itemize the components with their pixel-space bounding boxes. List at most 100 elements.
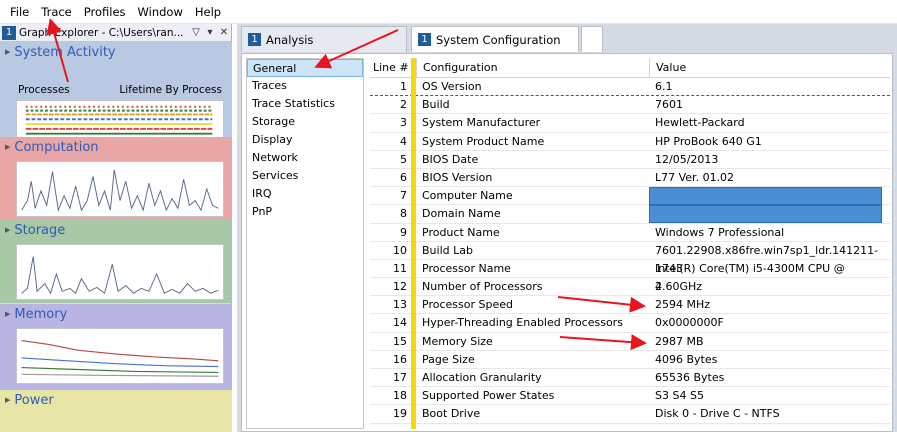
column-header-line[interactable]: Line #: [370, 58, 411, 77]
tab-overflow-area: [581, 26, 603, 52]
section-computation[interactable]: ▶ Computation: [0, 137, 232, 220]
cell-line-number: 4: [400, 134, 407, 148]
nav-item-trace-statistics[interactable]: Trace Statistics: [247, 95, 363, 113]
menu-file[interactable]: File: [4, 0, 35, 24]
table-row[interactable]: 8 Domain Name: [370, 205, 890, 224]
tab-system-configuration[interactable]: 1 System Configuration: [411, 26, 579, 52]
menu-help[interactable]: Help: [189, 0, 227, 24]
table-row[interactable]: 3 System Manufacturer Hewlett-Packard: [370, 114, 890, 133]
nav-item-irq[interactable]: IRQ: [247, 185, 363, 203]
cell-configuration: BIOS Version: [422, 170, 493, 184]
cell-configuration: Build: [422, 98, 450, 112]
nav-item-pnp[interactable]: PnP: [247, 203, 363, 221]
cell-configuration: Boot Drive: [422, 407, 481, 421]
cell-value: S3 S4 S5: [655, 389, 704, 403]
cell-line-number: 5: [400, 152, 407, 166]
section-label: Computation: [14, 139, 99, 155]
nav-item-services[interactable]: Services: [247, 167, 363, 185]
nav-item-storage[interactable]: Storage: [247, 113, 363, 131]
cell-configuration: Domain Name: [422, 207, 501, 221]
cell-value: 4096 Bytes: [655, 352, 718, 366]
dropdown-icon[interactable]: ▽: [189, 27, 203, 38]
table-row[interactable]: 15 Memory Size 2987 MB: [370, 333, 890, 351]
cell-configuration: Supported Power States: [422, 389, 555, 403]
cell-line-number: 11: [393, 261, 407, 275]
table-row[interactable]: 6 BIOS Version L77 Ver. 01.02: [370, 169, 890, 188]
graph-explorer-titlebar: 1 Graph Explorer - C:\Users\ran... ▽ ▾ ✕: [0, 24, 231, 42]
cell-configuration: System Product Name: [422, 134, 545, 148]
cell-configuration: Processor Speed: [422, 298, 513, 312]
table-row[interactable]: 18 Supported Power States S3 S4 S5: [370, 387, 890, 406]
table-row[interactable]: 5 BIOS Date 12/05/2013: [370, 151, 890, 169]
expand-triangle-icon[interactable]: ▶: [5, 396, 10, 404]
cell-line-number: 8: [400, 207, 407, 221]
nav-item-traces[interactable]: Traces: [247, 77, 363, 95]
tab-analysis[interactable]: 1 Analysis: [241, 26, 407, 52]
storage-thumbnail[interactable]: [16, 244, 224, 300]
computation-thumbnail[interactable]: [16, 161, 224, 217]
cell-line-number: 12: [393, 280, 407, 294]
table-row[interactable]: 7 Computer Name: [370, 187, 890, 206]
table-row[interactable]: 19 Boot Drive Disk 0 - Drive C - NTFS: [370, 405, 890, 424]
cell-line-number: 13: [393, 298, 407, 312]
cell-line-number: 1: [400, 80, 407, 93]
section-storage[interactable]: ▶ Storage: [0, 220, 232, 303]
cell-value: L77 Ver. 01.02: [655, 170, 735, 184]
cell-value: Intel(R) Core(TM) i5-4300M CPU @ 2.60GHz: [655, 261, 845, 293]
tab-label: System Configuration: [436, 32, 561, 47]
tab-label: Analysis: [266, 32, 314, 47]
cell-value: [649, 205, 890, 224]
redacted-value: [649, 205, 882, 224]
menu-trace[interactable]: Trace: [35, 0, 78, 24]
graph-explorer-title: Graph Explorer - C:\Users\ran...: [19, 26, 184, 39]
table-row[interactable]: 9 Product Name Windows 7 Professional: [370, 224, 890, 242]
cell-value: 65536 Bytes: [655, 371, 725, 384]
section-label: Memory: [14, 306, 68, 322]
cell-line-number: 18: [393, 389, 407, 403]
table-row[interactable]: 4 System Product Name HP ProBook 640 G1: [370, 133, 890, 151]
cell-value: [649, 187, 890, 206]
table-row[interactable]: 14 Hyper-Threading Enabled Processors 0x00…: [370, 314, 890, 333]
cell-value: Windows 7 Professional: [655, 225, 785, 239]
panel-number-badge: 1: [2, 25, 16, 40]
expand-triangle-icon[interactable]: ▶: [5, 48, 10, 56]
cell-configuration: System Manufacturer: [422, 116, 541, 130]
cell-value: 12/05/2013: [655, 152, 719, 166]
memory-thumbnail[interactable]: [16, 328, 224, 384]
pin-icon[interactable]: ▾: [203, 27, 217, 38]
cell-line-number: 16: [393, 352, 407, 366]
category-list: General Traces Trace Statistics Storage …: [246, 58, 364, 429]
system-configuration-content: General Traces Trace Statistics Storage …: [241, 53, 893, 432]
table-row[interactable]: 12 Number of Processors 4: [370, 278, 890, 297]
cell-value: Hewlett-Packard: [655, 116, 745, 130]
table-row[interactable]: 2 Build 7601: [370, 96, 890, 115]
analysis-area: 1 Analysis 1 System Configuration Genera…: [237, 24, 897, 432]
menu-window[interactable]: Window: [132, 0, 189, 24]
table-row[interactable]: 13 Processor Speed 2594 MHz: [370, 296, 890, 315]
close-icon[interactable]: ✕: [217, 27, 231, 38]
column-header-configuration[interactable]: Configuration: [416, 58, 649, 77]
line-marker-bar: [411, 58, 416, 429]
expand-triangle-icon[interactable]: ▶: [5, 226, 10, 234]
table-row[interactable]: 1 OS Version 6.1: [370, 78, 890, 97]
table-row[interactable]: 10 Build Lab 7601.22908.x86fre.win7sp1_ldr…: [370, 242, 890, 275]
column-header-value[interactable]: Value: [649, 58, 890, 77]
section-power[interactable]: ▶ Power: [0, 390, 232, 432]
expand-triangle-icon[interactable]: ▶: [5, 310, 10, 318]
nav-item-network[interactable]: Network: [247, 149, 363, 167]
table-row[interactable]: 11 Processor Name Intel(R) Core(TM) i5-430…: [370, 260, 890, 293]
section-memory[interactable]: ▶ Memory: [0, 304, 232, 390]
cell-value: 2594 MHz: [655, 298, 711, 312]
lifetime-by-process-label: Lifetime By Process: [119, 84, 222, 96]
nav-item-general[interactable]: General: [247, 59, 363, 77]
cell-line-number: 7: [400, 189, 407, 203]
cell-configuration: Computer Name: [422, 189, 513, 203]
expand-triangle-icon[interactable]: ▶: [5, 143, 10, 151]
cell-value: 7601.22908.x86fre.win7sp1_ldr.141211-174…: [655, 243, 879, 275]
cell-line-number: 17: [393, 371, 407, 384]
menu-profiles[interactable]: Profiles: [78, 0, 132, 24]
table-row[interactable]: 17 Allocation Granularity 65536 Bytes: [370, 369, 890, 388]
table-row[interactable]: 16 Page Size 4096 Bytes: [370, 351, 890, 369]
nav-item-display[interactable]: Display: [247, 131, 363, 149]
cell-line-number: 2: [400, 98, 407, 112]
